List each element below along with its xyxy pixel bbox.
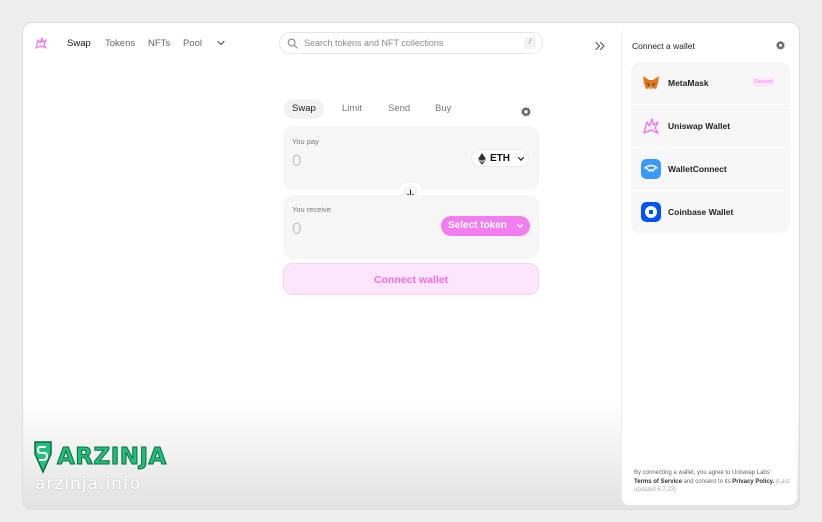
metamask-fox-icon (643, 76, 659, 89)
watermark-brand: ARZINJA (57, 444, 167, 471)
pay-token-symbol: ETH (490, 153, 510, 164)
legal-middle: and consent to its (683, 478, 731, 485)
eth-icon (478, 153, 486, 165)
receive-amount-input[interactable]: 0 (292, 219, 301, 239)
chevron-down-icon (516, 223, 524, 229)
wallet-name: WalletConnect (668, 164, 727, 174)
legal-prefix: By connecting a wallet, you agree to Uni… (634, 470, 771, 476)
wallet-drawer: Connect a wallet MetaMask Recent Uniswap… (621, 27, 797, 505)
arzinja-logo-icon (34, 441, 52, 474)
nav-nfts-link[interactable]: NFTs (148, 38, 170, 49)
gear-icon[interactable] (520, 106, 532, 118)
wallet-name: Uniswap Wallet (668, 121, 731, 131)
chevron-down-icon (517, 156, 525, 162)
tab-swap[interactable]: Swap (284, 99, 324, 119)
walletconnect-icon (641, 159, 661, 179)
app-window: Swap Tokens NFTs Pool Search tokens and … (22, 22, 800, 510)
search-input[interactable]: Search tokens and NFT collections / (279, 32, 543, 54)
tab-buy[interactable]: Buy (427, 99, 459, 119)
nav-pool-link[interactable]: Pool (183, 38, 202, 49)
top-nav: Swap Tokens NFTs Pool Search tokens and … (23, 23, 618, 67)
wallet-option-metamask[interactable]: MetaMask Recent (631, 62, 790, 104)
uniswap-logo-icon[interactable] (33, 35, 49, 51)
wallet-list: MetaMask Recent Uniswap Wallet WalletCon… (631, 62, 790, 233)
nav-tokens-link[interactable]: Tokens (105, 38, 135, 49)
connect-wallet-button[interactable]: Connect wallet (283, 263, 539, 295)
coinbase-icon (641, 202, 661, 222)
legal-notice: By connecting a wallet, you agree to Uni… (634, 469, 790, 495)
gear-icon[interactable] (775, 40, 786, 51)
watermark-url: arzinja.info (35, 474, 142, 494)
terms-of-service-link[interactable]: Terms of Service (634, 479, 682, 485)
double-chevron-right-icon[interactable] (594, 40, 606, 52)
wallet-name: Coinbase Wallet (668, 207, 734, 217)
pay-panel: You pay 0 ETH (283, 126, 539, 190)
receive-label: You receive (292, 205, 331, 214)
uniswap-unicorn-icon (643, 118, 659, 134)
select-token-label: Select token (448, 220, 507, 231)
search-shortcut-key: / (524, 37, 536, 49)
nav-swap-link[interactable]: Swap (67, 38, 91, 49)
privacy-policy-link[interactable]: Privacy Policy. (732, 479, 774, 485)
select-token-button[interactable]: Select token (441, 216, 530, 236)
swap-tabs: Swap Limit Send Buy (284, 99, 539, 119)
wallet-option-coinbase[interactable]: Coinbase Wallet (631, 191, 790, 233)
search-placeholder: Search tokens and NFT collections (304, 38, 444, 48)
wallet-option-walletconnect[interactable]: WalletConnect (631, 148, 790, 190)
tab-send[interactable]: Send (380, 99, 418, 119)
search-icon (287, 38, 298, 49)
wallet-option-uniswap[interactable]: Uniswap Wallet (631, 105, 790, 147)
pay-amount-input[interactable]: 0 (292, 151, 301, 171)
receive-panel: You receive 0 Select token (283, 195, 539, 259)
chevron-down-icon[interactable] (216, 38, 226, 48)
pay-label: You pay (292, 137, 319, 146)
tab-limit[interactable]: Limit (334, 99, 370, 119)
connect-wallet-label: Connect wallet (373, 274, 449, 286)
pay-token-selector[interactable]: ETH (471, 149, 529, 167)
wallet-name: MetaMask (668, 78, 709, 88)
drawer-title: Connect a wallet (632, 41, 695, 51)
recent-badge: Recent (752, 77, 776, 87)
